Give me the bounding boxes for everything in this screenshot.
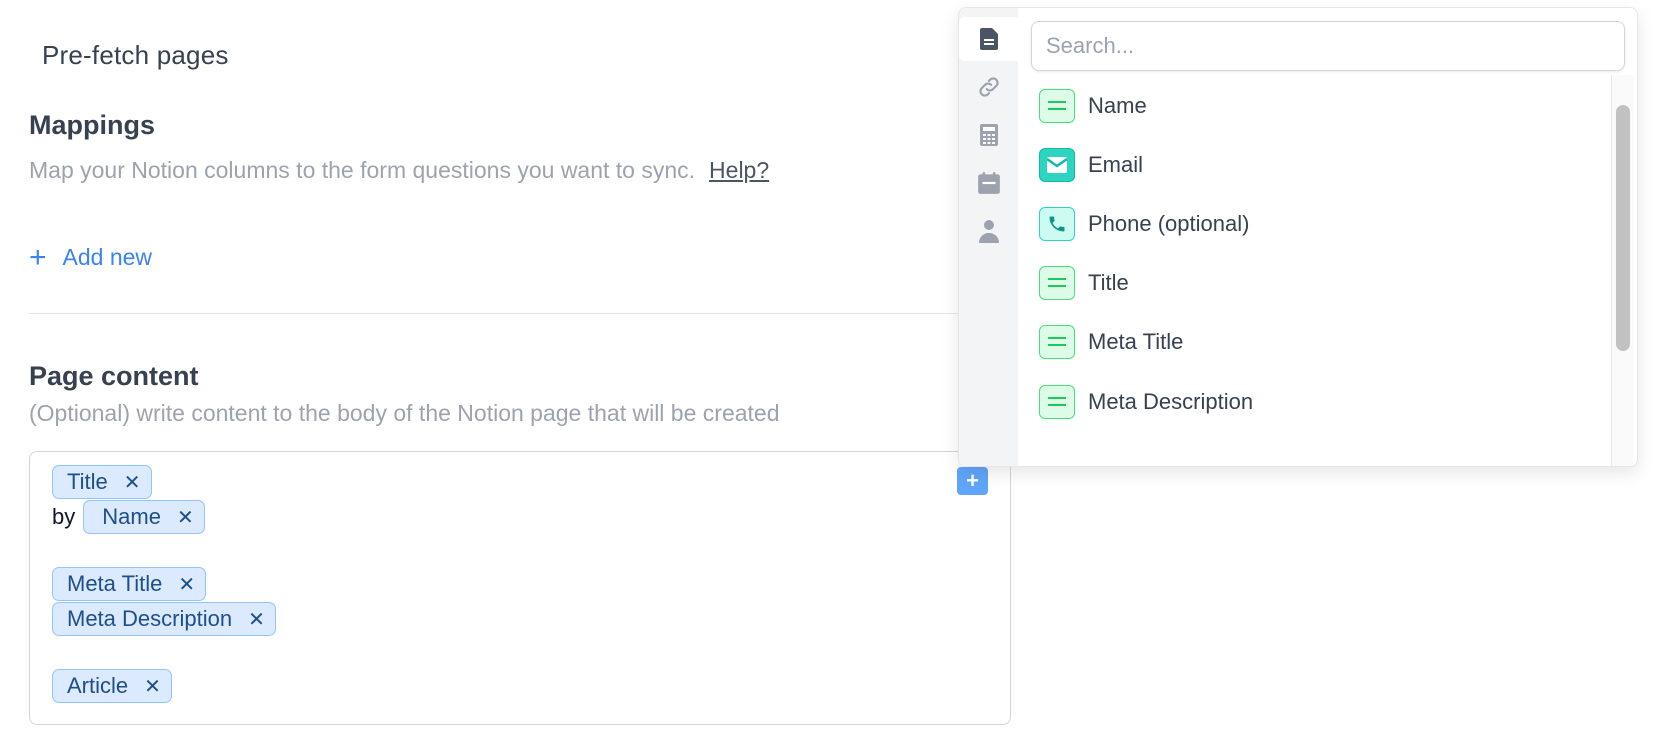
remove-chip-icon[interactable]: ✕ bbox=[124, 470, 141, 495]
field-option-label: Phone (optional) bbox=[1088, 211, 1250, 236]
plus-icon: + bbox=[29, 240, 47, 274]
calculator-icon[interactable] bbox=[959, 113, 1018, 157]
document-icon[interactable] bbox=[959, 17, 1018, 61]
text-lines-icon bbox=[1039, 325, 1075, 359]
mappings-description: Map your Notion columns to the form ques… bbox=[29, 157, 769, 184]
field-option-phone[interactable]: Phone (optional) bbox=[1018, 196, 1578, 252]
insert-variable-button[interactable]: + bbox=[957, 467, 988, 495]
variable-chip-meta-description[interactable]: Meta Description ✕ bbox=[52, 602, 276, 636]
chip-label: Title bbox=[67, 469, 108, 494]
text-lines-icon bbox=[1039, 266, 1075, 300]
add-new-button[interactable]: + Add new bbox=[29, 240, 153, 274]
mappings-heading: Mappings bbox=[29, 110, 155, 140]
field-option-label: Meta Description bbox=[1088, 389, 1254, 414]
field-option-meta-title[interactable]: Meta Title bbox=[1018, 314, 1578, 370]
dropdown-scrollbar-thumb[interactable] bbox=[1616, 105, 1630, 351]
remove-chip-icon[interactable]: ✕ bbox=[248, 607, 265, 632]
section-divider bbox=[29, 313, 1009, 314]
variable-chip-title[interactable]: Title ✕ bbox=[52, 465, 152, 499]
field-option-label: Title bbox=[1088, 270, 1129, 295]
search-input[interactable] bbox=[1031, 21, 1625, 71]
field-option-meta-description[interactable]: Meta Description bbox=[1018, 374, 1578, 430]
calendar-icon[interactable] bbox=[959, 161, 1018, 205]
dropdown-category-sidebar bbox=[959, 8, 1018, 466]
add-new-label: Add new bbox=[62, 244, 153, 270]
text-lines-icon bbox=[1039, 89, 1075, 123]
mappings-description-text: Map your Notion columns to the form ques… bbox=[29, 157, 696, 183]
link-icon[interactable] bbox=[959, 65, 1018, 109]
page-content-description: (Optional) write content to the body of … bbox=[29, 400, 780, 426]
variable-chip-name[interactable]: Name ✕ bbox=[83, 500, 205, 534]
field-list: Name Email Phone (optional) Title Meta T… bbox=[1018, 75, 1578, 466]
variable-picker-dropdown: Name Email Phone (optional) Title Meta T… bbox=[958, 7, 1638, 467]
editor-line: Meta Title ✕ bbox=[52, 567, 207, 601]
text-lines-icon bbox=[1039, 385, 1075, 419]
editor-line: Meta Description ✕ bbox=[52, 602, 276, 636]
chip-label: Meta Description bbox=[67, 606, 233, 631]
remove-chip-icon[interactable]: ✕ bbox=[144, 674, 161, 699]
remove-chip-icon[interactable]: ✕ bbox=[177, 505, 194, 530]
field-option-email[interactable]: Email bbox=[1018, 137, 1578, 193]
page-content-editor[interactable]: Title ✕ by Name ✕ Meta Title ✕ Meta Desc… bbox=[29, 451, 1011, 725]
chip-label: Article bbox=[67, 673, 129, 698]
editor-line: Title ✕ bbox=[52, 465, 152, 499]
field-option-label: Meta Title bbox=[1088, 329, 1184, 354]
chip-label: Meta Title bbox=[67, 571, 163, 596]
help-link[interactable]: Help? bbox=[709, 157, 769, 183]
phone-icon bbox=[1039, 207, 1075, 241]
field-option-name[interactable]: Name bbox=[1018, 78, 1578, 134]
field-option-label: Email bbox=[1088, 152, 1144, 177]
chip-label: Name bbox=[102, 504, 161, 529]
envelope-icon bbox=[1039, 148, 1075, 182]
remove-chip-icon[interactable]: ✕ bbox=[178, 572, 195, 597]
editor-line: Article ✕ bbox=[52, 669, 172, 703]
variable-chip-meta-title[interactable]: Meta Title ✕ bbox=[52, 567, 207, 601]
field-option-title[interactable]: Title bbox=[1018, 255, 1578, 311]
variable-chip-article[interactable]: Article ✕ bbox=[52, 669, 172, 703]
prefetch-pages-label: Pre-fetch pages bbox=[42, 40, 229, 70]
field-option-label: Name bbox=[1088, 93, 1147, 118]
editor-line: by Name ✕ bbox=[52, 500, 205, 534]
by-text: by bbox=[52, 504, 76, 529]
page-content-heading: Page content bbox=[29, 361, 199, 391]
person-icon[interactable] bbox=[959, 209, 1018, 253]
